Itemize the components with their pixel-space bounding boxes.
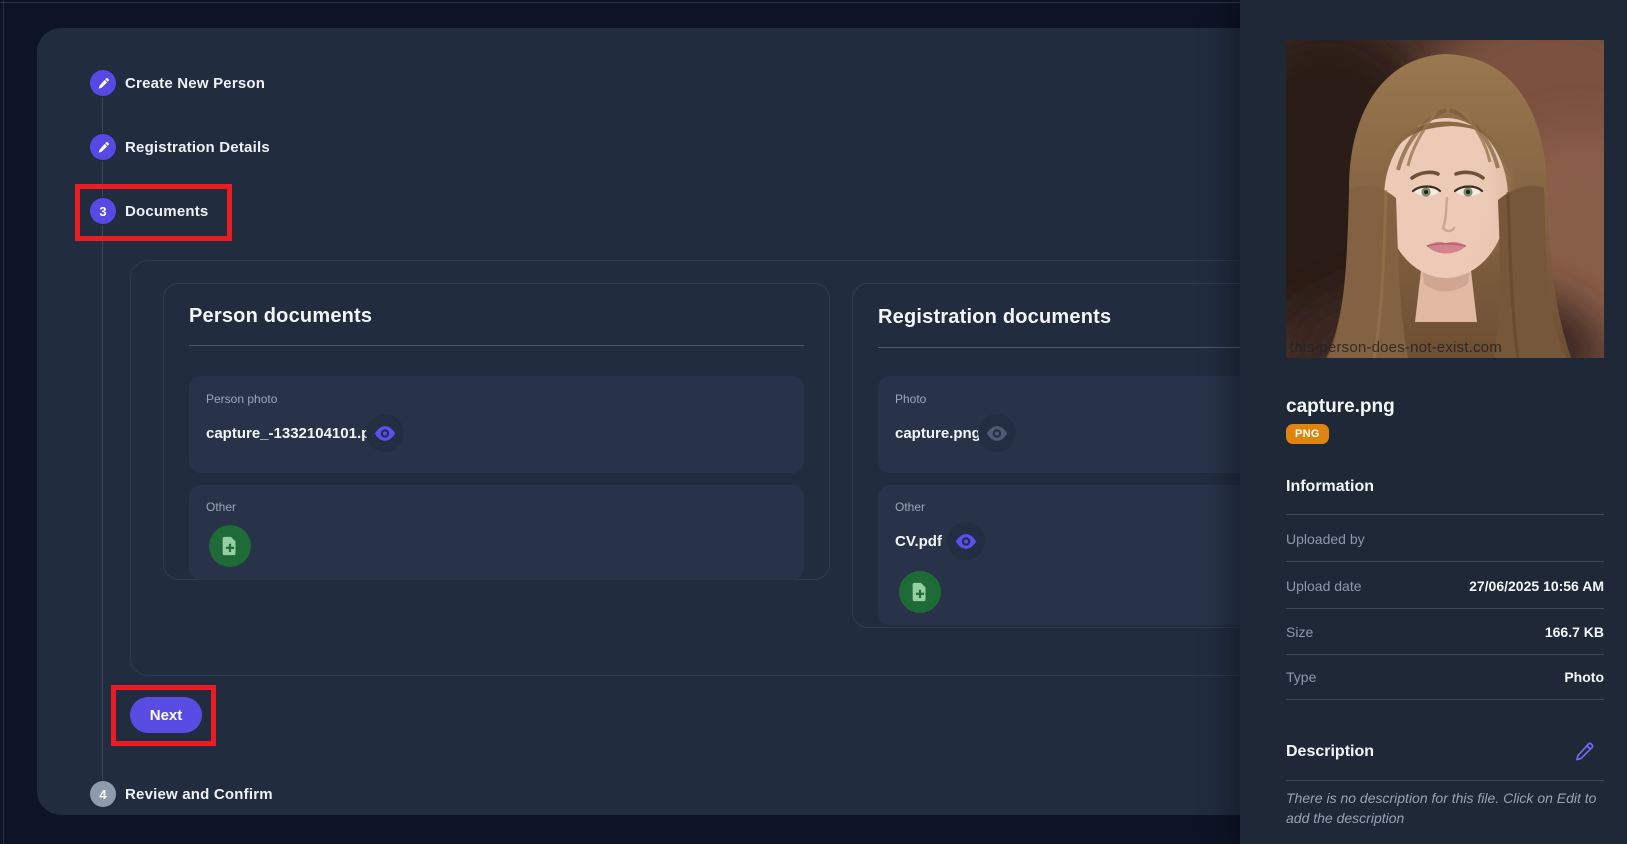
description-empty-text: There is no description for this file. C…: [1286, 788, 1606, 828]
file-type-badge: PNG: [1286, 424, 1329, 444]
person-photo-file-name: capture_-1332104101.png: [206, 425, 389, 442]
next-button[interactable]: Next: [130, 697, 202, 733]
step-4-label[interactable]: Review and Confirm: [125, 781, 273, 807]
step-4-number: 4: [99, 787, 106, 802]
info-row-value: Photo: [1564, 669, 1604, 685]
info-row-label: Upload date: [1286, 578, 1362, 594]
add-document-icon: [909, 581, 931, 603]
file-preview-panel: this-person-does-not-exist.com capture.p…: [1240, 0, 1627, 844]
pencil-icon: [97, 141, 110, 154]
left-hairline: [3, 0, 4, 844]
preview-eye-button-disabled[interactable]: [978, 414, 1016, 452]
step-2-label[interactable]: Registration Details: [125, 134, 270, 160]
step-3-number: 3: [99, 204, 106, 219]
step-4-marker[interactable]: 4: [90, 781, 116, 807]
photo-watermark: this-person-does-not-exist.com: [1290, 339, 1502, 356]
eye-icon: [374, 426, 396, 441]
step-connector: [102, 161, 103, 197]
step-connector: [102, 225, 103, 780]
edit-description-button[interactable]: [1574, 742, 1596, 764]
top-hairline: [0, 2, 1240, 3]
registration-photo-label: Photo: [895, 392, 926, 406]
divider: [1286, 699, 1604, 700]
edit-pencil-icon: [1574, 742, 1594, 762]
divider: [1286, 561, 1604, 562]
divider: [1286, 780, 1604, 781]
step-3-marker[interactable]: 3: [90, 198, 116, 224]
step-2-marker[interactable]: [90, 134, 116, 160]
step-connector: [102, 97, 103, 133]
info-row-label: Type: [1286, 669, 1316, 685]
person-photo-label: Person photo: [206, 392, 277, 406]
person-documents-title: Person documents: [189, 305, 372, 328]
eye-icon: [955, 534, 977, 549]
step-3-label[interactable]: Documents: [125, 198, 208, 224]
step-1-marker[interactable]: [90, 70, 116, 96]
portrait-photo: [1286, 40, 1604, 358]
pencil-icon: [97, 77, 110, 90]
preview-eye-button[interactable]: [947, 522, 985, 560]
photo-preview: this-person-does-not-exist.com: [1286, 40, 1604, 358]
person-other-field: [189, 485, 804, 580]
divider: [1286, 654, 1604, 655]
page: Create New Person Registration Details 3…: [0, 0, 1627, 844]
registration-documents-title: Registration documents: [878, 306, 1111, 329]
registration-other-label: Other: [895, 500, 925, 514]
upload-file-button[interactable]: [899, 571, 941, 613]
add-document-icon: [219, 535, 241, 557]
preview-eye-button[interactable]: [366, 414, 404, 452]
divider: [1286, 514, 1604, 515]
eye-icon: [986, 426, 1008, 441]
person-other-label: Other: [206, 500, 236, 514]
info-row-value: 166.7 KB: [1545, 624, 1604, 640]
step-1-label[interactable]: Create New Person: [125, 70, 265, 96]
divider: [189, 345, 804, 346]
file-title: capture.png: [1286, 396, 1395, 418]
info-row-value: 27/06/2025 10:56 AM: [1469, 578, 1604, 594]
divider: [1286, 608, 1604, 609]
registration-photo-file-name: capture.png: [895, 425, 981, 442]
info-row-label: Size: [1286, 624, 1313, 640]
registration-other-file-name: CV.pdf: [895, 533, 942, 550]
upload-file-button[interactable]: [209, 525, 251, 567]
information-heading: Information: [1286, 478, 1374, 496]
description-heading: Description: [1286, 743, 1374, 761]
info-row-label: Uploaded by: [1286, 531, 1365, 547]
